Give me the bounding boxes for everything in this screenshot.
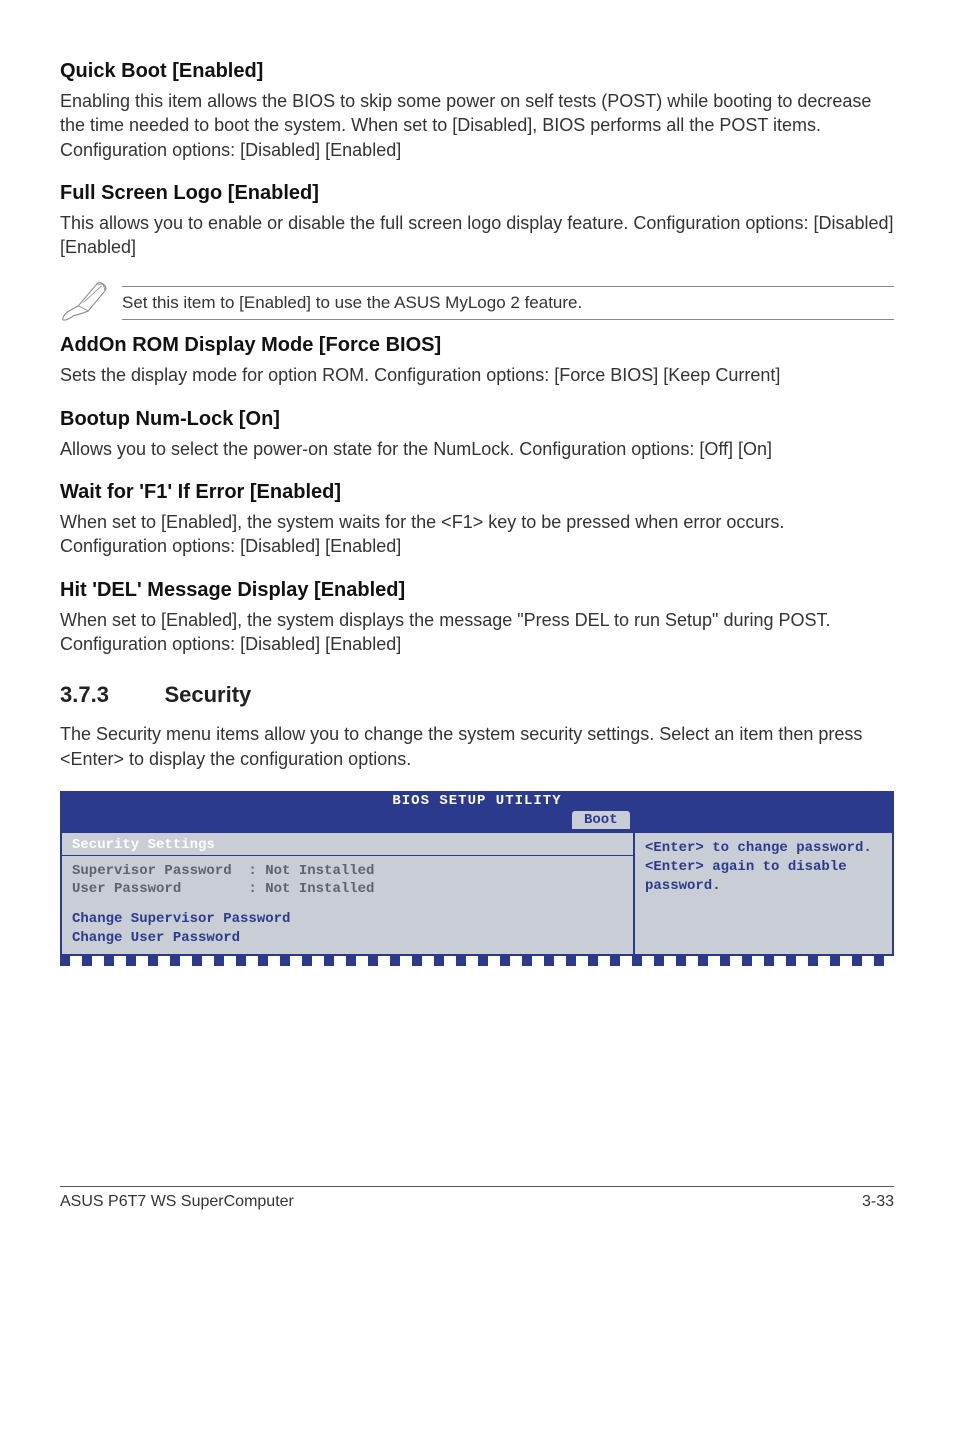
text-bootup-numlock: Allows you to select the power-on state … (60, 437, 894, 461)
heading-full-screen-logo: Full Screen Logo [Enabled] (60, 182, 894, 205)
note-text: Set this item to [Enabled] to use the AS… (122, 291, 894, 315)
section-bootup-numlock: Bootup Num-Lock [On] Allows you to selec… (60, 408, 894, 461)
heading-hit-del: Hit 'DEL' Message Display [Enabled] (60, 579, 894, 602)
bios-section-title: Security Settings (72, 837, 623, 853)
bios-change-supervisor[interactable]: Change Supervisor Password (72, 910, 623, 929)
text-full-screen-logo: This allows you to enable or disable the… (60, 211, 894, 260)
section-intro: The Security menu items allow you to cha… (60, 722, 894, 771)
section-heading-security: 3.7.3 Security (60, 682, 894, 708)
section-quick-boot: Quick Boot [Enabled] Enabling this item … (60, 60, 894, 162)
section-addon-rom: AddOn ROM Display Mode [Force BIOS] Sets… (60, 334, 894, 387)
footer-page-number: 3-33 (862, 1193, 894, 1211)
bios-tab-boot[interactable]: Boot (572, 811, 630, 829)
bios-help-text: <Enter> to change password. <Enter> agai… (645, 839, 882, 896)
pencil-note-icon (60, 279, 110, 326)
text-quick-boot: Enabling this item allows the BIOS to sk… (60, 89, 894, 162)
bios-separator (62, 855, 633, 856)
bios-header: BIOS SETUP UTILITY (60, 791, 894, 811)
bios-line-user: User Password : Not Installed (72, 880, 623, 898)
bios-left-pane: Security Settings Supervisor Password : … (60, 831, 634, 956)
bios-body: Security Settings Supervisor Password : … (60, 831, 894, 956)
note-rule-bottom (122, 319, 894, 320)
note-callout: Set this item to [Enabled] to use the AS… (60, 279, 894, 326)
page-footer: ASUS P6T7 WS SuperComputer 3-33 (60, 1186, 894, 1211)
section-number: 3.7.3 (60, 682, 160, 708)
footer-left: ASUS P6T7 WS SuperComputer (60, 1193, 294, 1211)
bios-change-user[interactable]: Change User Password (72, 929, 623, 948)
text-hit-del: When set to [Enabled], the system displa… (60, 608, 894, 657)
bios-line-supervisor: Supervisor Password : Not Installed (72, 862, 623, 880)
bios-help-pane: <Enter> to change password. <Enter> agai… (634, 831, 894, 956)
text-wait-f1: When set to [Enabled], the system waits … (60, 510, 894, 559)
section-wait-f1: Wait for 'F1' If Error [Enabled] When se… (60, 481, 894, 559)
heading-wait-f1: Wait for 'F1' If Error [Enabled] (60, 481, 894, 504)
section-full-screen-logo: Full Screen Logo [Enabled] This allows y… (60, 182, 894, 260)
bios-tab-row: Boot (60, 811, 894, 831)
section-hit-del: Hit 'DEL' Message Display [Enabled] When… (60, 579, 894, 657)
section-title: Security (164, 682, 251, 707)
heading-quick-boot: Quick Boot [Enabled] (60, 60, 894, 83)
text-addon-rom: Sets the display mode for option ROM. Co… (60, 363, 894, 387)
note-rule-top (122, 286, 894, 287)
bios-setup-panel: BIOS SETUP UTILITY Boot Security Setting… (60, 791, 894, 966)
heading-addon-rom: AddOn ROM Display Mode [Force BIOS] (60, 334, 894, 357)
bios-spacer (72, 898, 623, 910)
note-content: Set this item to [Enabled] to use the AS… (122, 286, 894, 320)
heading-bootup-numlock: Bootup Num-Lock [On] (60, 408, 894, 431)
